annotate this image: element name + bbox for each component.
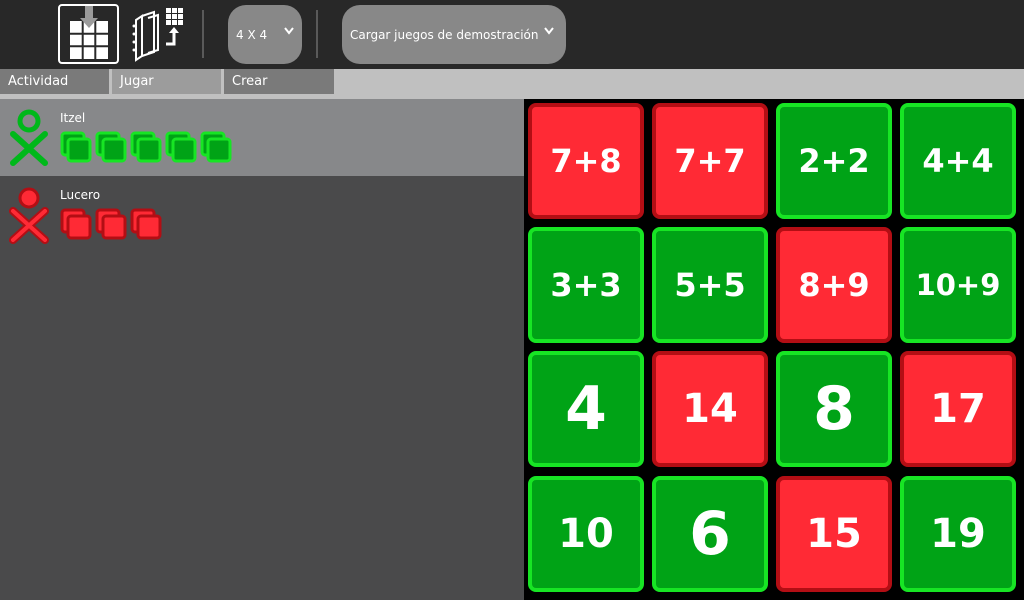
- player-name: Itzel: [60, 111, 86, 125]
- card-label: 3+3: [550, 266, 622, 304]
- card-tile[interactable]: 10: [528, 476, 644, 592]
- card-label: 4+4: [922, 142, 994, 180]
- pair-icon: [165, 131, 200, 163]
- tab-crear[interactable]: Crear: [224, 69, 334, 94]
- card-tile[interactable]: 19: [900, 476, 1016, 592]
- card-label: 7+7: [674, 142, 746, 180]
- tab-bar: Actividad Jugar Crear: [0, 69, 1024, 99]
- toolbar-separator: [316, 10, 318, 58]
- card-label: 17: [930, 386, 986, 432]
- card-label: 8+9: [798, 266, 870, 304]
- card-tile[interactable]: 17: [900, 351, 1016, 467]
- load-game-button[interactable]: [128, 6, 188, 62]
- tab-actividad[interactable]: Actividad: [0, 69, 109, 94]
- chevron-down-icon: [544, 27, 554, 35]
- pair-icon: [60, 208, 95, 240]
- xo-avatar-icon: [9, 187, 49, 244]
- card-tile[interactable]: 2+2: [776, 103, 892, 219]
- card-tile[interactable]: 4+4: [900, 103, 1016, 219]
- pair-icon: [95, 208, 130, 240]
- tab-jugar[interactable]: Jugar: [112, 69, 221, 94]
- card-tile[interactable]: 15: [776, 476, 892, 592]
- xo-avatar-icon: [10, 109, 48, 166]
- pair-icon: [60, 131, 95, 163]
- card-label: 14: [682, 386, 738, 432]
- card-tile[interactable]: 14: [652, 351, 768, 467]
- players-panel: Itzel Lucero: [0, 99, 524, 600]
- card-tile[interactable]: 8: [776, 351, 892, 467]
- demo-games-value: Cargar juegos de demostración: [350, 27, 539, 42]
- card-tile[interactable]: 10+9: [900, 227, 1016, 343]
- pair-markers: [60, 208, 165, 240]
- board-size-select[interactable]: 4 X 4: [228, 5, 302, 64]
- toolbar: 4 X 4 Cargar juegos de demostración: [0, 0, 1024, 69]
- pair-icon: [200, 131, 235, 163]
- card-tile[interactable]: 5+5: [652, 227, 768, 343]
- card-label: 10: [558, 511, 614, 557]
- player-row: Itzel: [0, 99, 524, 176]
- game-board: 7+8 7+7 2+2 4+4 3+3 5+5 8+9 10+9 4 14 8 17 10 6 15 19: [524, 99, 1024, 600]
- pair-icon: [95, 131, 130, 163]
- card-label: 5+5: [674, 266, 746, 304]
- card-label: 10+9: [915, 268, 1001, 302]
- demo-games-select[interactable]: Cargar juegos de demostración: [342, 5, 566, 64]
- card-label: 7+8: [550, 142, 622, 180]
- card-tile[interactable]: 6: [652, 476, 768, 592]
- card-label: 19: [930, 511, 986, 557]
- card-label: 6: [689, 499, 731, 569]
- card-tile[interactable]: 8+9: [776, 227, 892, 343]
- board-size-value: 4 X 4: [236, 27, 268, 42]
- card-label: 4: [565, 374, 607, 444]
- pair-icon: [130, 208, 165, 240]
- player-name: Lucero: [60, 188, 101, 202]
- card-tile[interactable]: 3+3: [528, 227, 644, 343]
- card-tile[interactable]: 4: [528, 351, 644, 467]
- toolbar-separator: [202, 10, 204, 58]
- card-tile[interactable]: 7+7: [652, 103, 768, 219]
- card-label: 8: [813, 374, 855, 444]
- load-game-icon: [132, 8, 183, 62]
- pair-markers: [60, 131, 235, 163]
- pair-icon: [130, 131, 165, 163]
- player-row: Lucero: [0, 176, 524, 253]
- card-label: 15: [806, 511, 862, 557]
- grid-import-button[interactable]: [58, 4, 119, 64]
- grid-import-icon: [70, 6, 108, 59]
- card-label: 2+2: [798, 142, 870, 180]
- card-tile[interactable]: 7+8: [528, 103, 644, 219]
- chevron-down-icon: [284, 27, 294, 35]
